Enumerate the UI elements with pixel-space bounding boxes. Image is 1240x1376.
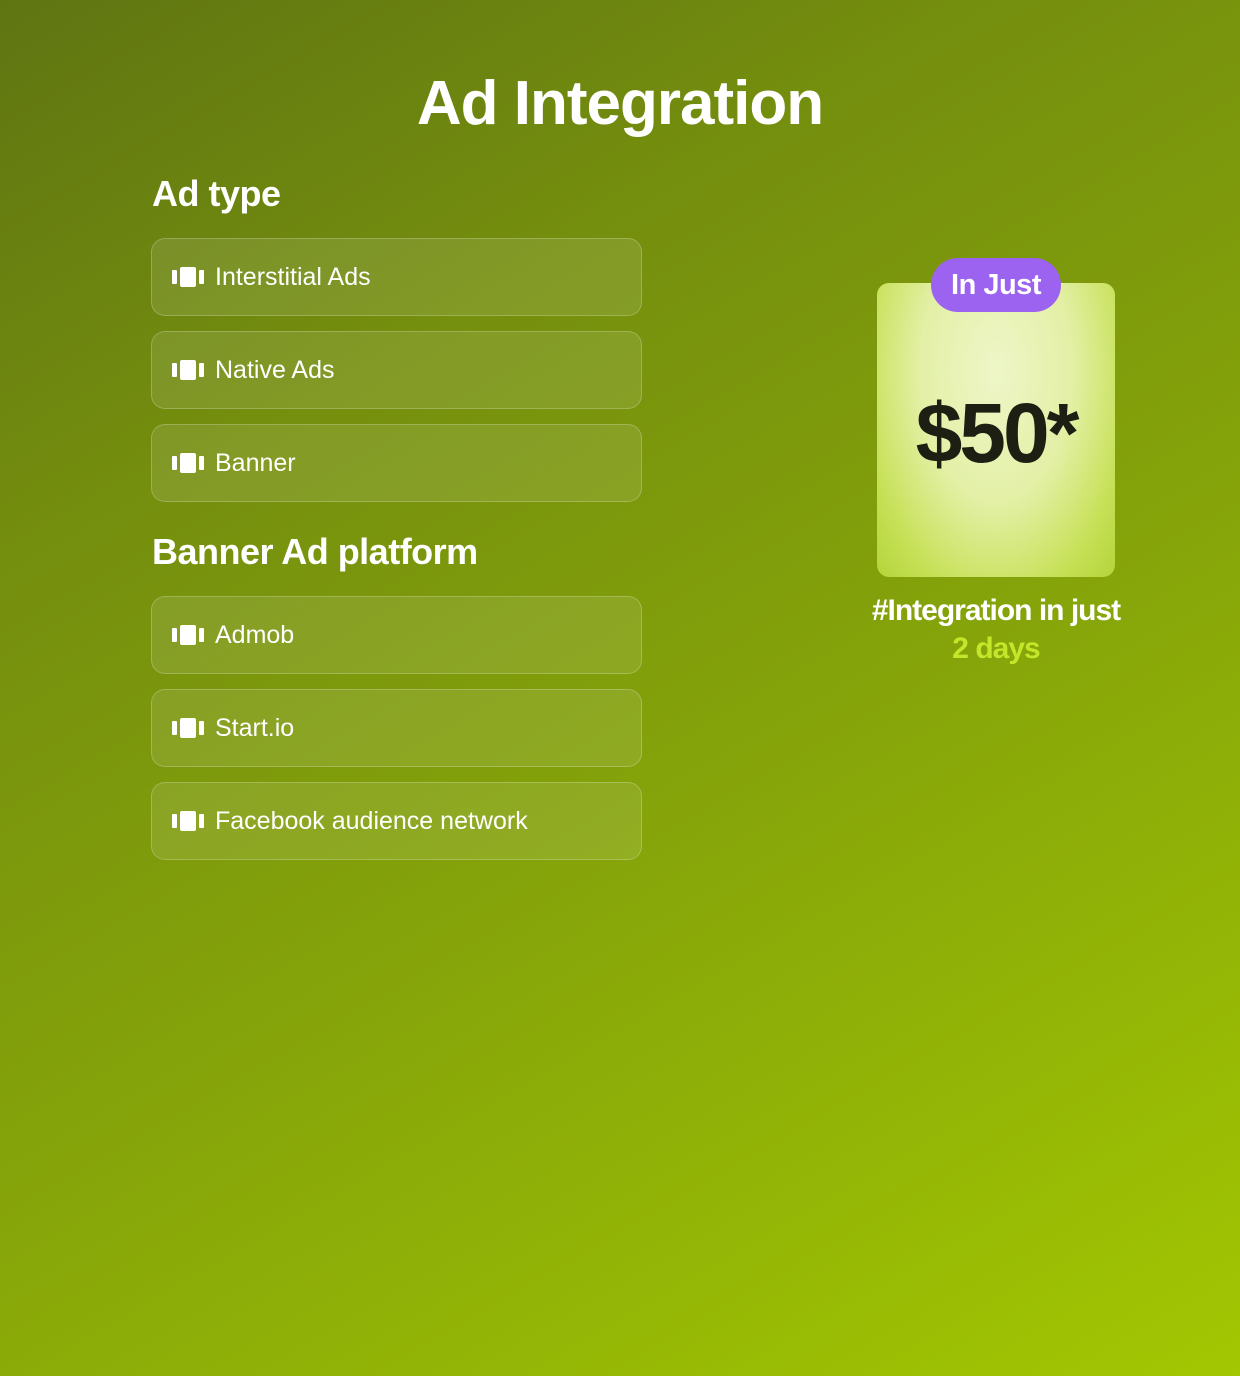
platform-option-facebook[interactable]: Facebook audience network	[151, 782, 642, 860]
tagline-text: #Integration in just	[871, 594, 1121, 627]
carousel-icon	[172, 625, 204, 645]
ad-type-option-banner[interactable]: Banner	[151, 424, 642, 502]
option-label: Start.io	[215, 714, 295, 742]
option-label: Admob	[215, 621, 295, 649]
platform-option-admob[interactable]: Admob	[151, 596, 642, 674]
ad-type-option-interstitial[interactable]: Interstitial Ads	[151, 238, 642, 316]
option-label: Native Ads	[215, 356, 335, 384]
carousel-icon	[172, 360, 204, 380]
ad-integration-page: Ad Integration Ad type Interstitial Ads …	[0, 0, 1240, 1376]
carousel-icon	[172, 718, 204, 738]
carousel-icon	[172, 267, 204, 287]
page-title: Ad Integration	[416, 69, 824, 138]
banner-platform-list: Admob Start.io Facebook audience network	[151, 596, 642, 875]
carousel-icon	[172, 453, 204, 473]
tagline-duration: 2 days	[952, 632, 1040, 665]
ad-type-option-native[interactable]: Native Ads	[151, 331, 642, 409]
option-label: Facebook audience network	[215, 807, 528, 835]
ad-type-heading: Ad type	[152, 173, 281, 214]
platform-option-startio[interactable]: Start.io	[151, 689, 642, 767]
price-badge: In Just	[931, 258, 1061, 312]
option-label: Banner	[215, 449, 296, 477]
option-label: Interstitial Ads	[215, 263, 371, 291]
integration-tagline: #Integration in just 2 days	[830, 592, 1162, 668]
banner-platform-heading: Banner Ad platform	[152, 531, 478, 572]
ad-type-list: Interstitial Ads Native Ads Banner	[151, 238, 642, 517]
carousel-icon	[172, 811, 204, 831]
price-value: $50*	[915, 386, 1080, 480]
